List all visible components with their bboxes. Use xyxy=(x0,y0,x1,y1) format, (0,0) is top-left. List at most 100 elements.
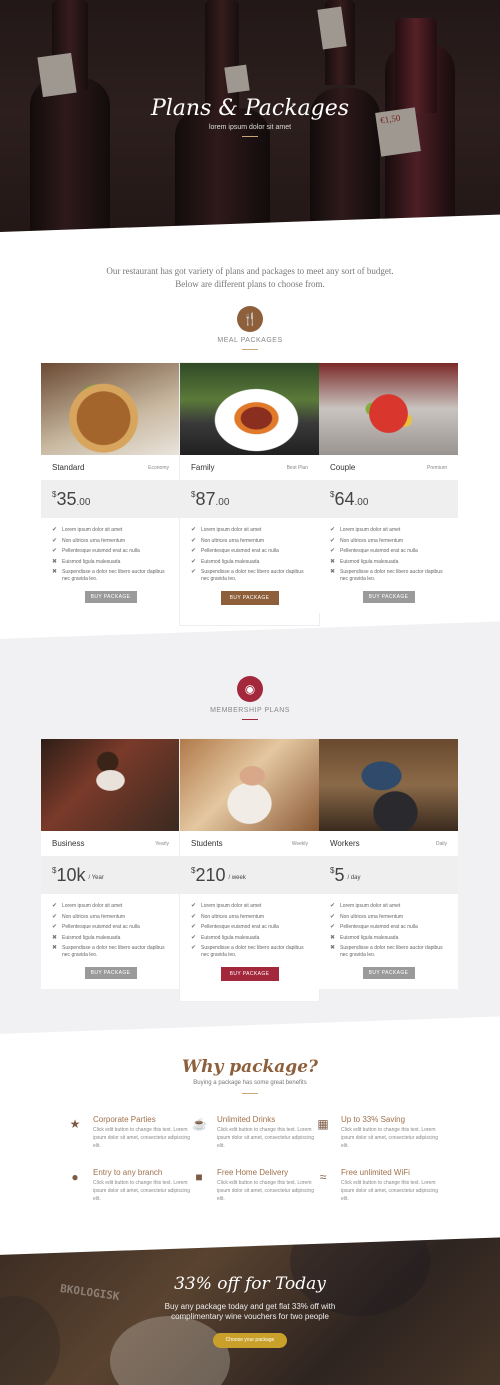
feature-text: Lorem ipsum dolor sit amet xyxy=(62,527,123,533)
feature-list: ✔ Lorem ipsum dolor sit amet ✔ Non ultri… xyxy=(41,894,180,959)
plan-tagline: Daily xyxy=(435,840,447,847)
feature-text: Pellentesque euismod erat ac nulla xyxy=(340,548,418,554)
check-icon: ✔ xyxy=(191,548,197,554)
benefit-description: Click edit button to change this text. L… xyxy=(93,1127,190,1149)
check-icon: ✔ xyxy=(52,924,58,930)
plan-name: Couple xyxy=(330,463,356,472)
buy-package-button[interactable]: BUY PACKAGE xyxy=(84,967,137,979)
feature-item: ✔ Non ultrices urna fermentum xyxy=(330,538,447,545)
feature-list: ✔ Lorem ipsum dolor sit amet ✔ Non ultri… xyxy=(41,518,180,583)
feature-item: ✔ Non ultrices urna fermentum xyxy=(191,914,308,921)
plan-header: Family Best Plan xyxy=(180,455,319,480)
buy-package-button[interactable]: BUY PACKAGE xyxy=(84,591,137,603)
benefit-title: Unlimited Drinks xyxy=(217,1115,276,1124)
feature-item: ✔ Lorem ipsum dolor sit amet xyxy=(52,903,169,910)
feature-item: ✔ Pellentesque euismod erat ac nulla xyxy=(52,548,169,555)
plan-photo xyxy=(41,363,180,455)
check-icon: ✔ xyxy=(191,558,197,565)
feature-item: ✔ Lorem ipsum dolor sit amet xyxy=(191,903,308,910)
check-icon: ✔ xyxy=(330,537,336,544)
plan-tagline: Yearly xyxy=(155,840,169,847)
plan-card: Business Yearly $ 10k / Year ✔ Lorem ips… xyxy=(41,739,180,989)
plan-price: $ 10k / Year xyxy=(41,856,180,894)
plan-tagline: Weekly xyxy=(291,840,308,847)
check-icon: ✔ xyxy=(330,903,336,909)
feature-text: Euismod ligula malesuada xyxy=(62,934,121,941)
why-subtitle: Buying a package has some great benefits xyxy=(193,1080,307,1086)
feature-item: ✔ Non ultrices urna fermentum xyxy=(52,914,169,921)
check-icon: ✔ xyxy=(191,537,197,544)
check-icon: ✔ xyxy=(330,913,336,920)
plan-tagline: Economy xyxy=(148,464,169,471)
feature-item: ✖ Suspendisse a dolor nec libero auctor … xyxy=(52,945,169,959)
benefit-title: Up to 33% Saving xyxy=(341,1115,406,1124)
price-decimal: .00 xyxy=(354,496,369,508)
check-icon: ✔ xyxy=(330,548,336,554)
plan-card: Students Weekly $ 210 / week ✔ Lorem ips… xyxy=(180,739,319,1001)
page-title: Plans & Packages xyxy=(150,96,350,121)
benefit-title: Entry to any branch xyxy=(93,1168,163,1177)
plan-name: Family xyxy=(191,463,215,472)
title-divider xyxy=(242,136,258,137)
check-icon: ✔ xyxy=(191,527,197,533)
feature-text: Lorem ipsum dolor sit amet xyxy=(340,527,401,533)
cross-icon: ✖ xyxy=(330,934,336,941)
feature-text: Non ultrices urna fermentum xyxy=(62,913,126,920)
background-shadow xyxy=(0,1296,60,1385)
price-amount: 35 xyxy=(56,488,77,509)
feature-text: Lorem ipsum dolor sit amet xyxy=(201,527,262,533)
plan-photo xyxy=(319,363,458,455)
feature-item: ✔ Euismod ligula malesuada xyxy=(191,935,308,942)
plan-tagline: Premium xyxy=(426,464,447,471)
price-decimal: .00 xyxy=(76,496,91,508)
check-icon: ✔ xyxy=(52,548,58,554)
buy-package-button[interactable]: BUY PACKAGE xyxy=(362,967,415,979)
feature-text: Euismod ligula malesuada xyxy=(201,934,260,941)
buy-package-button[interactable]: BUY PACKAGE xyxy=(220,591,279,605)
check-icon: ✔ xyxy=(330,924,336,930)
plan-header: Students Weekly xyxy=(180,831,319,856)
plan-photo xyxy=(180,363,319,455)
plan-name: Workers xyxy=(330,839,360,848)
feature-text: Non ultrices urna fermentum xyxy=(62,537,126,544)
benefit-item: ★ Corporate Parties Click edit button to… xyxy=(68,1115,208,1160)
feature-text: Euismod ligula malesuada xyxy=(340,558,399,565)
section-divider xyxy=(242,719,258,720)
plan-card: Family Best Plan $ 87 .00 ✔ Lorem ipsum … xyxy=(180,363,319,625)
check-icon: ✔ xyxy=(191,924,197,930)
feature-text: Pellentesque euismod erat ac nulla xyxy=(201,924,279,930)
plan-card: Couple Premium $ 64 .00 ✔ Lorem ipsum do… xyxy=(319,363,458,613)
plan-name: Standard xyxy=(52,463,85,472)
plan-price: $ 64 .00 xyxy=(319,480,458,518)
price-amount: 5 xyxy=(334,864,345,885)
feature-list: ✔ Lorem ipsum dolor sit amet ✔ Non ultri… xyxy=(180,518,319,583)
feature-text: Suspendisse a dolor nec libero auctor da… xyxy=(340,945,443,958)
buy-package-button[interactable]: BUY PACKAGE xyxy=(362,591,415,603)
feature-item: ✔ Non ultrices urna fermentum xyxy=(191,538,308,545)
plan-photo xyxy=(41,739,180,831)
cross-icon: ✖ xyxy=(330,558,336,565)
benefit-item: ▦ Up to 33% Saving Click edit button to … xyxy=(316,1115,456,1160)
buy-package-button[interactable]: BUY PACKAGE xyxy=(220,967,279,981)
benefit-item: ≈ Free unlimited WiFi Click edit button … xyxy=(316,1168,456,1213)
check-icon: ✔ xyxy=(191,903,197,909)
feature-item: ✖ Suspendisse a dolor nec libero auctor … xyxy=(330,945,447,959)
choose-package-button[interactable]: Choose your package xyxy=(213,1333,287,1348)
feature-text: Pellentesque euismod erat ac nulla xyxy=(62,924,140,930)
benefit-description: Click edit button to change this text. L… xyxy=(93,1180,190,1202)
coffee-cup-icon: ☕ xyxy=(192,1117,207,1131)
plan-header: Standard Economy xyxy=(41,455,180,480)
feature-text: Pellentesque euismod erat ac nulla xyxy=(62,548,140,554)
feature-item: ✖ Euismod ligula malesuada xyxy=(330,559,447,566)
offer-title: 33% off for Today xyxy=(174,1274,326,1294)
plan-name: Business xyxy=(52,839,85,848)
price-period: / day xyxy=(347,874,361,881)
section-divider xyxy=(242,349,258,350)
feature-item: ✔ Suspendisse a dolor nec libero auctor … xyxy=(191,569,308,583)
feature-item: ✖ Euismod ligula malesuada xyxy=(52,935,169,942)
feature-item: ✔ Pellentesque euismod erat ac nulla xyxy=(330,924,447,931)
check-icon: ✔ xyxy=(191,913,197,920)
why-divider xyxy=(242,1093,258,1094)
price-period: / week xyxy=(228,874,246,881)
feature-text: Lorem ipsum dolor sit amet xyxy=(340,903,401,909)
